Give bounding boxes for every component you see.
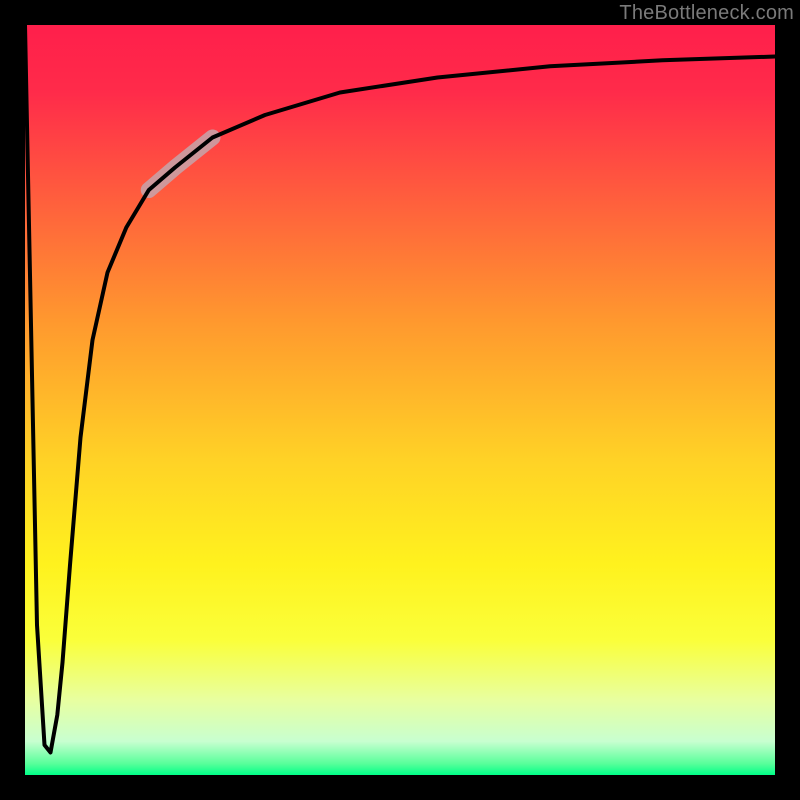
curve-layer bbox=[25, 25, 775, 775]
watermark-text: TheBottleneck.com bbox=[619, 2, 794, 25]
bottleneck-curve bbox=[25, 25, 775, 753]
chart-frame: TheBottleneck.com bbox=[0, 0, 800, 800]
plot-area bbox=[25, 25, 775, 775]
